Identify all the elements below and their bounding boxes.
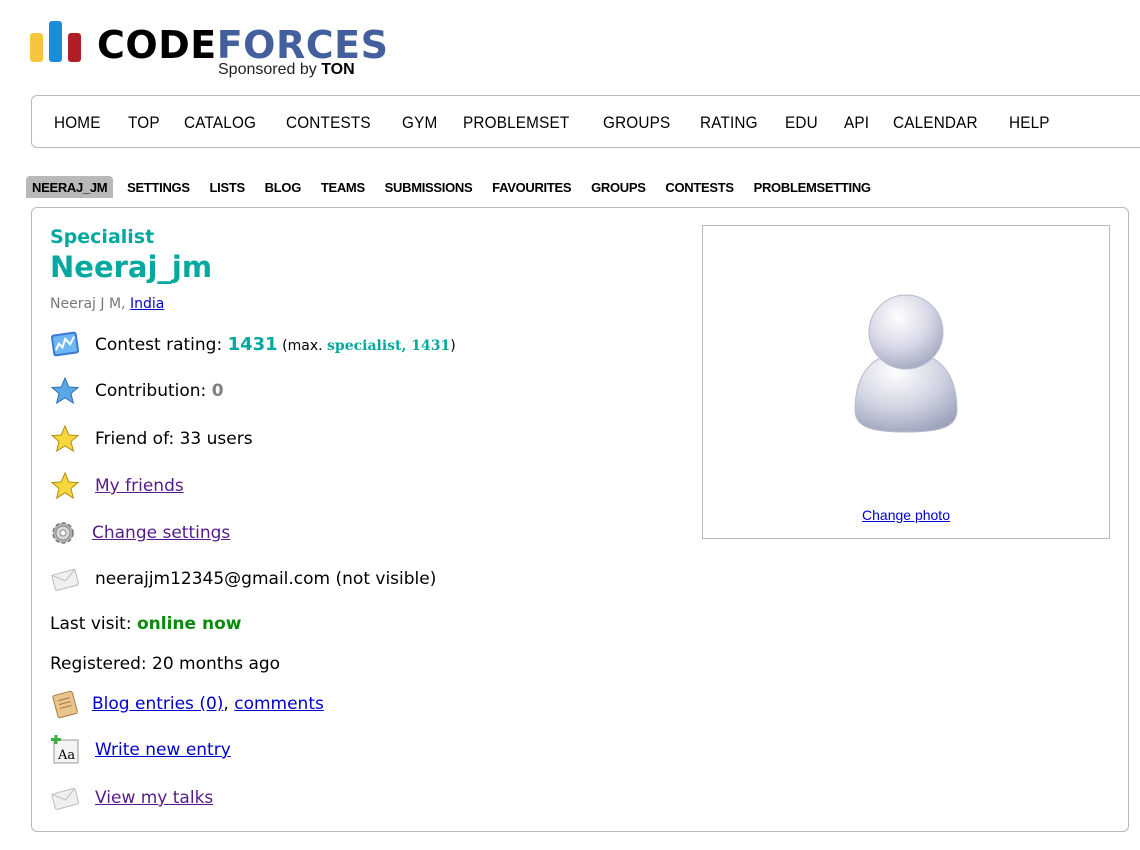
comments-link[interactable]: comments xyxy=(234,694,324,714)
profile-menu-item-problemsetting[interactable]: PROBLEMSETTING xyxy=(748,176,877,198)
user-handle[interactable]: Neeraj_jm xyxy=(50,250,212,284)
sponsor-name: TON xyxy=(321,61,355,78)
profile-menu-item-lists[interactable]: LISTS xyxy=(204,176,251,198)
max-rating: specialist, 1431 xyxy=(327,338,451,354)
avatar-placeholder-icon xyxy=(854,294,958,433)
real-name-text: Neeraj J M, xyxy=(50,296,130,312)
profile-menu-item-groups[interactable]: GROUPS xyxy=(585,176,652,198)
main-menu: HOME TOP CATALOG CONTESTS GYM PROBLEMSET GROUP… xyxy=(31,95,1140,148)
profile-menu-item-favourites[interactable]: FAVOURITES xyxy=(486,176,577,198)
contribution-value: 0 xyxy=(211,381,224,401)
blue-star-icon xyxy=(50,376,80,405)
max-open: (max. xyxy=(277,338,328,354)
view-my-talks-link[interactable]: View my talks xyxy=(95,788,213,808)
profile-menu-item-neeraj_jm[interactable]: NEERAJ_JM xyxy=(26,176,114,198)
friend-of-text: Friend of: 33 users xyxy=(95,429,253,449)
new-entry-icon: Aa xyxy=(51,735,79,764)
main-menu-item-calendar[interactable]: CALENDAR xyxy=(893,113,978,133)
profile-menu-item-settings[interactable]: SETTINGS xyxy=(121,176,196,198)
main-menu-item-api[interactable]: API xyxy=(844,113,869,133)
logo-bars-icon xyxy=(30,20,84,62)
profile-menu-item-submissions[interactable]: SUBMISSIONS xyxy=(379,176,479,198)
blog-entries-link[interactable]: Blog entries (0) xyxy=(92,694,223,714)
change-settings-link[interactable]: Change settings xyxy=(92,523,230,543)
main-menu-item-home[interactable]: HOME xyxy=(54,113,101,133)
rating-value: 1431 xyxy=(227,334,278,355)
envelope-icon xyxy=(51,787,79,810)
main-menu-item-groups[interactable]: GROUPS xyxy=(603,113,670,133)
user-real-name: Neeraj J M, India xyxy=(50,296,164,312)
email-text: neerajjm12345@gmail.com (not visible) xyxy=(95,569,437,589)
user-rank: Specialist xyxy=(50,226,155,248)
main-menu-item-gym[interactable]: GYM xyxy=(402,113,437,133)
main-menu-item-help[interactable]: HELP xyxy=(1009,113,1050,133)
main-menu-item-edu[interactable]: EDU xyxy=(785,113,818,133)
profile-menu-item-blog[interactable]: BLOG xyxy=(259,176,307,198)
registered-text: Registered: 20 months ago xyxy=(50,654,281,674)
rating-label: Contest rating: xyxy=(95,335,228,355)
svg-text:Aa: Aa xyxy=(57,748,75,763)
country-link[interactable]: India xyxy=(130,296,164,312)
user-photo-box: Change photo xyxy=(702,225,1110,539)
second-level-menu: NEERAJ_JM SETTINGS LISTS BLOG TEAMS SUBMISSIO… xyxy=(26,176,885,198)
sponsor-text: Sponsored by TON xyxy=(218,61,355,79)
yellow-star-icon xyxy=(50,424,80,453)
envelope-icon xyxy=(51,568,79,591)
sponsor-prefix: Sponsored by xyxy=(218,61,322,78)
logo-code-text: CODE xyxy=(97,23,217,67)
last-visit-label: Last visit: xyxy=(50,614,137,634)
main-menu-item-problemset[interactable]: PROBLEMSET xyxy=(463,113,569,133)
yellow-star-icon xyxy=(50,471,80,500)
registered-row: Registered: 20 months ago xyxy=(50,654,280,674)
last-visit-row: Last visit: online now xyxy=(50,614,241,634)
write-new-entry-link[interactable]: Write new entry xyxy=(95,740,231,760)
gear-icon xyxy=(52,522,74,544)
main-menu-item-top[interactable]: TOP xyxy=(128,113,160,133)
last-visit-value: online now xyxy=(136,614,242,634)
max-close: ) xyxy=(450,338,456,354)
main-menu-item-rating[interactable]: RATING xyxy=(700,113,758,133)
my-friends-link[interactable]: My friends xyxy=(95,476,184,496)
change-photo-link[interactable]: Change photo xyxy=(703,507,1109,523)
comma-separator: , xyxy=(223,694,235,714)
profile-menu-item-teams[interactable]: TEAMS xyxy=(315,176,371,198)
profile-menu-item-contests[interactable]: CONTESTS xyxy=(659,176,739,198)
main-menu-item-catalog[interactable]: CATALOG xyxy=(184,113,256,133)
blog-notepad-icon xyxy=(52,690,78,719)
rating-graph-icon xyxy=(50,331,80,357)
main-menu-item-contests[interactable]: CONTESTS xyxy=(286,113,371,133)
contribution-label: Contribution: xyxy=(95,381,212,401)
